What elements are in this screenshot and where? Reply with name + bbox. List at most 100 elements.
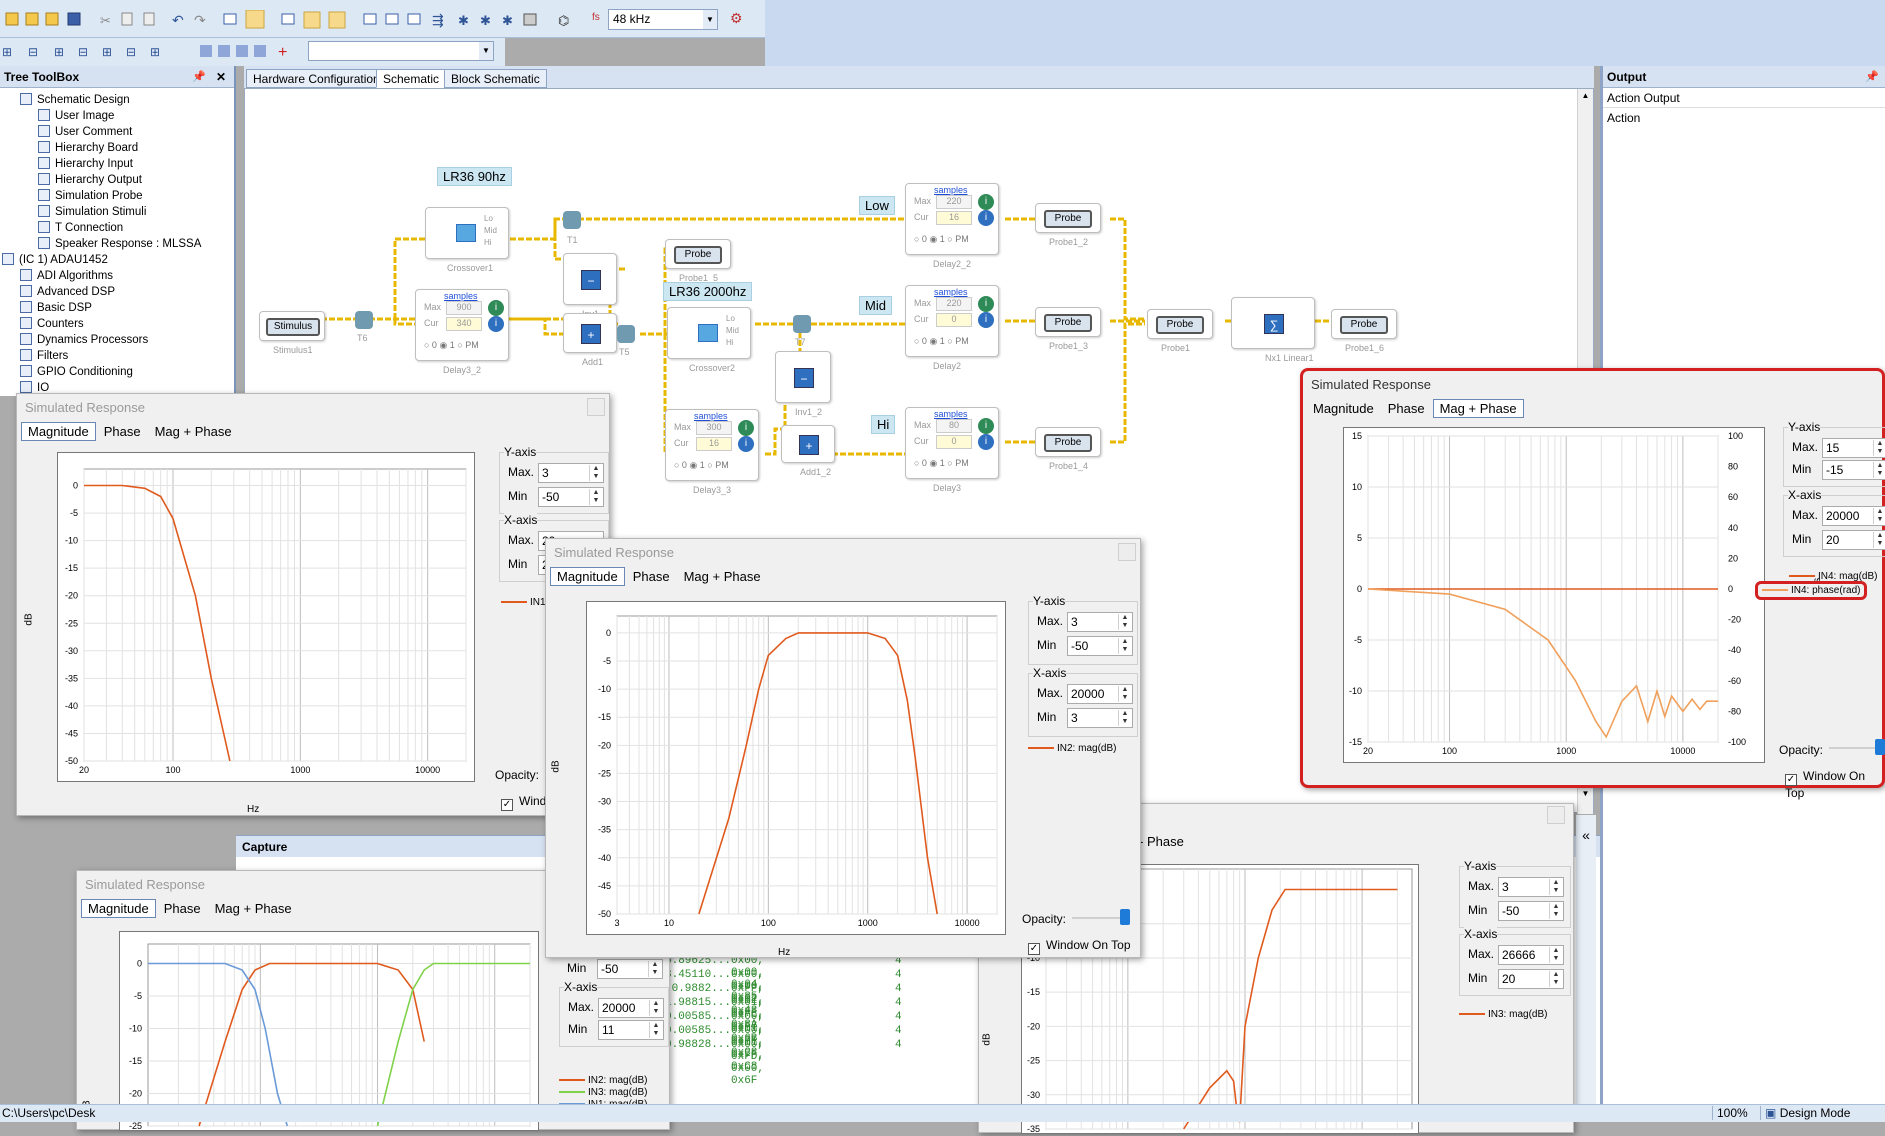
probe-block[interactable]: Probe xyxy=(1331,309,1397,339)
info-icon[interactable]: i xyxy=(488,300,504,316)
opacity-slider[interactable] xyxy=(1829,739,1885,755)
tree-item[interactable]: Schematic Design xyxy=(20,92,130,108)
max-value[interactable]: 220 xyxy=(936,297,972,311)
collapse-icon[interactable]: « xyxy=(1576,827,1596,843)
stimulus-block[interactable]: Stimulus xyxy=(259,311,325,341)
opacity-slider[interactable] xyxy=(1072,909,1132,925)
cur-value[interactable]: 16 xyxy=(696,437,732,451)
add-block[interactable]: + xyxy=(563,313,617,353)
xmin-input[interactable]: 3 ▲ ▼ xyxy=(1067,708,1133,728)
probe-block[interactable]: Probe xyxy=(1035,427,1101,457)
pin-icon[interactable]: 📌 xyxy=(1865,66,1879,88)
close-icon[interactable] xyxy=(1118,543,1136,561)
probe-block[interactable]: Probe xyxy=(1035,307,1101,337)
cur-value[interactable]: 0 xyxy=(936,313,972,327)
sim-window-3[interactable]: Simulated Response Magnitude Phase Mag + P… xyxy=(1300,368,1885,800)
ymax-input[interactable]: 15 ▲ ▼ xyxy=(1822,438,1885,458)
tree-item[interactable]: Hierarchy Output xyxy=(38,172,142,188)
info-icon[interactable]: i xyxy=(738,420,754,436)
probe-block[interactable]: Probe xyxy=(665,239,731,269)
max-value[interactable]: 80 xyxy=(936,419,972,433)
cur-value[interactable]: 340 xyxy=(446,317,482,331)
tree-item[interactable]: Hierarchy Input xyxy=(38,156,133,172)
sim-window-1[interactable]: Simulated Response Magnitude Phase Mag + P… xyxy=(16,393,610,816)
info-icon[interactable]: i xyxy=(978,194,994,210)
sim-window-2[interactable]: Simulated Response Magnitude Phase Mag + P… xyxy=(545,538,1141,958)
close-icon[interactable]: ✕ xyxy=(216,66,226,88)
t-connection[interactable] xyxy=(793,315,811,333)
sample-rate-select[interactable]: 48 kHz ▼ xyxy=(608,9,718,30)
delay-unit-radio[interactable]: ○ 0 ◉ 1 ○ PM xyxy=(424,340,479,351)
xmax-input[interactable]: 20000 ▲ ▼ xyxy=(598,998,664,1018)
tab-phase[interactable]: Phase xyxy=(627,568,676,585)
tab-phase[interactable]: Phase xyxy=(98,423,147,440)
window-on-top-checkbox[interactable]: ✓ Wind xyxy=(501,794,546,811)
delay-unit-radio[interactable]: ○ 0 ◉ 1 ○ PM xyxy=(674,460,729,471)
tree-item[interactable]: Filters xyxy=(20,348,68,364)
scroll-up-icon[interactable]: ▲ xyxy=(1580,91,1591,105)
xmin-input[interactable]: 11 ▲ ▼ xyxy=(598,1020,664,1040)
ymax-input[interactable]: 3 ▲ ▼ xyxy=(1067,612,1133,632)
info-icon[interactable]: i xyxy=(978,434,994,450)
tree-item[interactable]: Simulation Probe xyxy=(38,188,143,204)
tab-magnitude[interactable]: Magnitude xyxy=(81,899,156,918)
tree-item[interactable]: Advanced DSP xyxy=(20,284,115,300)
tab-schematic[interactable]: Schematic xyxy=(376,69,447,88)
info-icon[interactable]: i xyxy=(738,436,754,452)
toolbar-icons[interactable]: ✂ ↶ ↷ xyxy=(4,9,424,30)
capture-scrollbar[interactable]: « xyxy=(1576,815,1596,1105)
tree-item[interactable]: Basic DSP xyxy=(20,300,92,316)
ymin-input[interactable]: -50 ▲ ▼ xyxy=(1067,636,1133,656)
delay-block[interactable]: samples Max 900 i Cur 340 i ○ 0 ◉ 1 ○ PM xyxy=(415,289,509,361)
xmax-input[interactable]: 26666 ▲ ▼ xyxy=(1498,945,1564,965)
tab-magnitude[interactable]: Magnitude xyxy=(550,567,625,586)
xmin-input[interactable]: 20 ▲ ▼ xyxy=(1498,969,1564,989)
tab-magnitude[interactable]: Magnitude xyxy=(1307,400,1380,417)
close-icon[interactable] xyxy=(587,398,605,416)
samples-link[interactable]: samples xyxy=(934,287,968,297)
close-icon[interactable] xyxy=(1547,806,1565,824)
probe-block[interactable]: Probe xyxy=(1147,309,1213,339)
samples-link[interactable]: samples xyxy=(694,411,728,421)
tree-item[interactable]: Simulation Stimuli xyxy=(38,204,146,220)
delay-unit-radio[interactable]: ○ 0 ◉ 1 ○ PM xyxy=(914,336,969,347)
tab-mag-phase[interactable]: - Phase xyxy=(1139,834,1184,849)
info-icon[interactable]: i xyxy=(978,296,994,312)
toolbar-icons-2[interactable]: ⇶ ✱ ✱ ✱ ⌬ xyxy=(430,10,590,30)
cur-value[interactable]: 16 xyxy=(936,211,972,225)
cur-value[interactable]: 0 xyxy=(936,435,972,449)
tab-block-schematic[interactable]: Block Schematic xyxy=(444,69,547,88)
tab-mag-phase[interactable]: Mag + Phase xyxy=(209,900,298,917)
samples-link[interactable]: samples xyxy=(444,291,478,301)
info-icon[interactable]: i xyxy=(488,316,504,332)
ymin-input[interactable]: -50 ▲ ▼ xyxy=(1498,901,1564,921)
tree-item[interactable]: User Image xyxy=(38,108,114,124)
tree-item[interactable]: Dynamics Processors xyxy=(20,332,148,348)
pin-icon[interactable]: 📌 xyxy=(192,66,206,88)
samples-link[interactable]: samples xyxy=(934,185,968,195)
invert-block[interactable]: − xyxy=(775,351,831,403)
add-block[interactable]: + xyxy=(781,425,835,463)
tree-item[interactable]: GPIO Conditioning xyxy=(20,364,133,380)
t-connection[interactable] xyxy=(617,325,635,343)
tab-phase[interactable]: Phase xyxy=(158,900,207,917)
xmax-input[interactable]: 20000 ▲ ▼ xyxy=(1067,684,1133,704)
delay-block[interactable]: samples Max 80 i Cur 0 i ○ 0 ◉ 1 ○ PM xyxy=(905,407,999,479)
slider-thumb[interactable] xyxy=(1875,739,1885,755)
tab-magnitude[interactable]: Magnitude xyxy=(21,422,96,441)
ymax-input[interactable]: 3 ▲ ▼ xyxy=(538,463,604,483)
ymin-input[interactable]: -15 ▲ ▼ xyxy=(1822,460,1885,480)
delay-block[interactable]: samples Max 220 i Cur 0 i ○ 0 ◉ 1 ○ PM xyxy=(905,285,999,357)
delay-unit-radio[interactable]: ○ 0 ◉ 1 ○ PM xyxy=(914,234,969,245)
tree-item[interactable]: (IC 1) ADAU1452 xyxy=(2,252,108,268)
tree-item[interactable]: Counters xyxy=(20,316,84,332)
design-mode[interactable]: ▣ Design Mode xyxy=(1760,1106,1850,1120)
tree-item[interactable]: T Connection xyxy=(38,220,123,236)
delay-block[interactable]: samples Max 300 i Cur 16 i ○ 0 ◉ 1 ○ PM xyxy=(665,409,759,481)
probe-block[interactable]: Probe xyxy=(1035,203,1101,233)
tab-phase[interactable]: Phase xyxy=(1382,400,1431,417)
ymax-input[interactable]: 3 ▲ ▼ xyxy=(1498,877,1564,897)
t-connection[interactable] xyxy=(355,311,373,329)
window-on-top-checkbox[interactable]: ✓ Window On Top xyxy=(1785,769,1882,800)
max-value[interactable]: 220 xyxy=(936,195,972,209)
